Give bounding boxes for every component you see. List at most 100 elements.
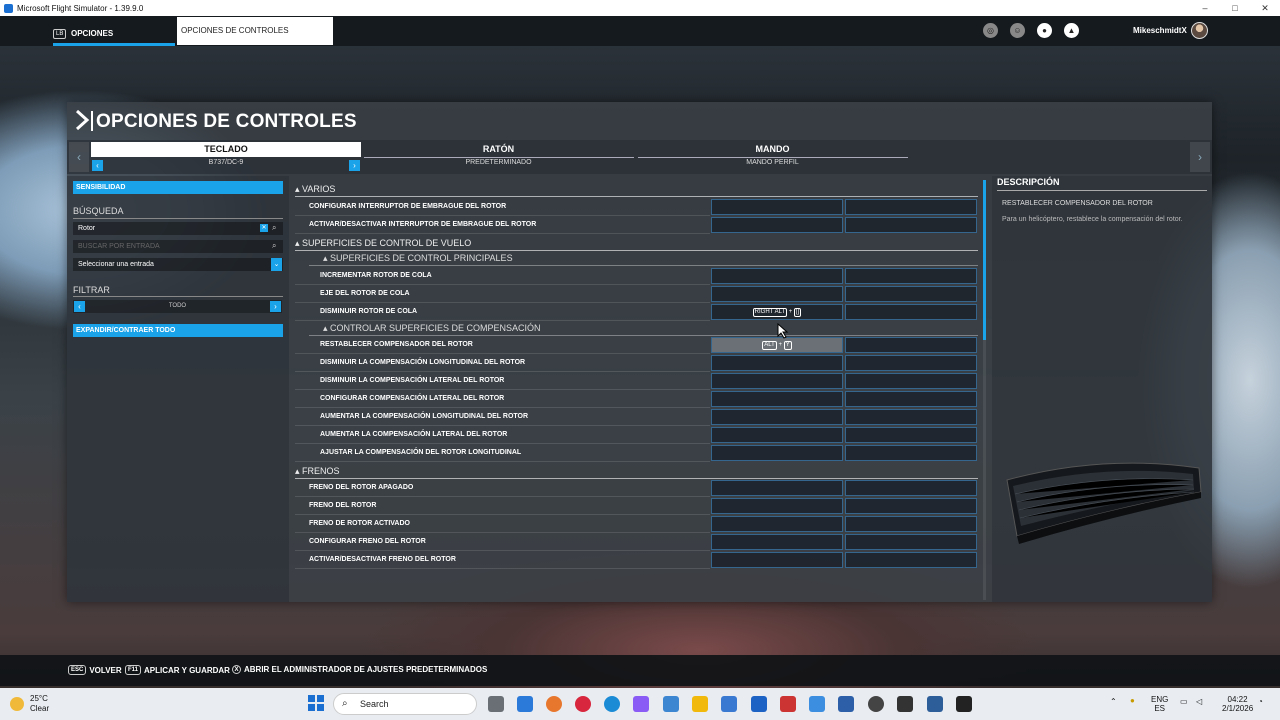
binding-row[interactable]: CONFIGURAR COMPENSACIÓN LATERAL DEL ROTO…: [295, 390, 978, 408]
binding-row[interactable]: FRENO DEL ROTOR: [295, 497, 978, 515]
secondary-key-slot[interactable]: [845, 516, 977, 532]
marketplace-icon[interactable]: ◎: [983, 23, 998, 38]
profile-prev-arrow[interactable]: ‹: [92, 160, 103, 171]
clear-search-icon[interactable]: ✕: [260, 224, 268, 232]
friends-icon[interactable]: ☺: [1010, 23, 1025, 38]
binding-row[interactable]: DISMINUIR ROTOR DE COLA RIGHT ALT + []: [295, 303, 978, 321]
microphone-icon[interactable]: ●: [1130, 696, 1135, 705]
clock[interactable]: 04:22 2/1/2026: [1222, 695, 1253, 713]
search-icon[interactable]: ⌕: [272, 223, 276, 233]
secondary-key-slot[interactable]: [845, 498, 977, 514]
avatar[interactable]: [1191, 22, 1208, 39]
primary-key-slot[interactable]: [711, 427, 843, 443]
profile-icon[interactable]: ●: [1037, 23, 1052, 38]
search-input-icon[interactable]: ⌕: [272, 241, 276, 251]
binding-row[interactable]: AUMENTAR LA COMPENSACIÓN LATERAL DEL ROT…: [295, 426, 978, 444]
primary-key-slot[interactable]: [711, 268, 843, 284]
primary-key-slot[interactable]: [711, 409, 843, 425]
group-header-trim-surfaces[interactable]: ▴ CONTROLAR SUPERFICIES DE COMPENSACIÓN: [309, 320, 978, 336]
binding-row[interactable]: FRENO DE ROTOR ACTIVADO: [295, 515, 978, 533]
mail-icon[interactable]: [751, 696, 767, 712]
secondary-key-slot[interactable]: [845, 445, 977, 461]
secondary-key-slot[interactable]: [845, 391, 977, 407]
task-view-icon[interactable]: [488, 696, 504, 712]
file-explorer-icon[interactable]: [692, 696, 708, 712]
chevron-down-icon[interactable]: ⌄: [271, 258, 282, 271]
binding-row[interactable]: RESTABLECER COMPENSADOR DEL ROTOR ALT + …: [295, 336, 978, 354]
binding-row[interactable]: AJUSTAR LA COMPENSACIÓN DEL ROTOR LONGIT…: [295, 444, 978, 462]
secondary-key-slot[interactable]: [845, 268, 977, 284]
taskbar-search[interactable]: ⌕ Search: [333, 693, 477, 715]
binding-row[interactable]: EJE DEL ROTOR DE COLA: [295, 285, 978, 303]
profile-next-arrow[interactable]: ›: [349, 160, 360, 171]
binding-row[interactable]: DISMINUIR LA COMPENSACIÓN LONGITUDINAL D…: [295, 354, 978, 372]
filter-prev-arrow[interactable]: ‹: [74, 301, 85, 312]
filter-next-arrow[interactable]: ›: [270, 301, 281, 312]
filter-selector[interactable]: TODO: [73, 300, 282, 313]
maximize-icon[interactable]: □: [1220, 0, 1250, 16]
search-by-input-field[interactable]: BUSCAR POR ENTRADA: [73, 240, 283, 253]
close-icon[interactable]: ✕: [1250, 0, 1280, 16]
volume-icon[interactable]: ◁: [1196, 697, 1202, 706]
tray-expand-icon[interactable]: ⌃: [1110, 697, 1117, 706]
tab-controller[interactable]: MANDO: [637, 142, 908, 157]
presets-manager-button[interactable]: X ABRIR EL ADMINISTRADOR DE AJUSTES PRED…: [232, 665, 487, 674]
search-filter-field[interactable]: Rotor: [73, 222, 283, 235]
firefox-icon[interactable]: [546, 696, 562, 712]
select-entry-dropdown[interactable]: Seleccionar una entrada: [73, 258, 283, 271]
binding-row[interactable]: ACTIVAR/DESACTIVAR INTERRUPTOR DE EMBRAG…: [295, 216, 978, 234]
binding-row[interactable]: CONFIGURAR INTERRUPTOR DE EMBRAGUE DEL R…: [295, 198, 978, 216]
secondary-key-slot[interactable]: [845, 552, 977, 568]
expand-collapse-button[interactable]: EXPANDIR/CONTRAER TODO: [73, 324, 283, 337]
primary-key-slot[interactable]: [711, 480, 843, 496]
binding-row[interactable]: CONFIGURAR FRENO DEL ROTOR: [295, 533, 978, 551]
store-icon[interactable]: [721, 696, 737, 712]
primary-key-slot[interactable]: [711, 286, 843, 302]
secondary-key-slot[interactable]: [845, 286, 977, 302]
flight-simulator-icon[interactable]: [897, 696, 913, 712]
sensitivity-button[interactable]: SENSIBILIDAD: [73, 181, 283, 194]
secondary-key-slot[interactable]: [845, 373, 977, 389]
device-prev-arrow[interactable]: ‹: [69, 142, 89, 172]
primary-key-slot[interactable]: [711, 199, 843, 215]
edge-icon[interactable]: [604, 696, 620, 712]
secondary-key-slot[interactable]: [845, 409, 977, 425]
secondary-key-slot[interactable]: [845, 427, 977, 443]
windows-start-icon[interactable]: [308, 695, 324, 711]
secondary-key-slot[interactable]: [845, 217, 977, 233]
minimize-icon[interactable]: –: [1190, 0, 1220, 16]
binding-row[interactable]: FRENO DEL ROTOR APAGADO: [295, 479, 978, 497]
binding-row[interactable]: ACTIVAR/DESACTIVAR FRENO DEL ROTOR: [295, 551, 978, 569]
weather-widget[interactable]: 25°C Clear: [10, 694, 49, 714]
tab-keyboard[interactable]: TECLADO: [91, 142, 361, 157]
primary-key-slot[interactable]: [711, 355, 843, 371]
notification-bell-icon[interactable]: ◔: [1258, 697, 1263, 706]
snipping-icon[interactable]: [809, 696, 825, 712]
secondary-key-slot[interactable]: [845, 199, 977, 215]
primary-key-slot[interactable]: [711, 445, 843, 461]
tab-options[interactable]: OPCIONES: [71, 29, 113, 38]
app-icon-blue[interactable]: [838, 696, 854, 712]
device-next-arrow[interactable]: ›: [1190, 142, 1210, 172]
secondary-key-slot[interactable]: [845, 355, 977, 371]
group-header-flight-surfaces[interactable]: ▴ SUPERFICIES DE CONTROL DE VUELO: [295, 235, 978, 251]
network-icon[interactable]: ▭: [1180, 697, 1188, 706]
back-button[interactable]: ESC VOLVER: [68, 665, 122, 675]
primary-key-slot[interactable]: [711, 552, 843, 568]
primary-key-slot[interactable]: [711, 373, 843, 389]
widgets-icon[interactable]: [517, 696, 533, 712]
secondary-key-slot[interactable]: [845, 304, 977, 320]
primary-key-slot[interactable]: [711, 498, 843, 514]
app-icon-black[interactable]: [956, 696, 972, 712]
opera-icon[interactable]: [575, 696, 591, 712]
primary-key-slot[interactable]: ALT + Y: [711, 337, 843, 353]
primary-key-slot[interactable]: [711, 534, 843, 550]
terminal-icon[interactable]: [663, 696, 679, 712]
primary-key-slot[interactable]: [711, 391, 843, 407]
tab-controls-options[interactable]: OPCIONES DE CONTROLES: [177, 17, 333, 45]
group-header-varios[interactable]: ▴ VARIOS: [295, 181, 978, 197]
secondary-key-slot[interactable]: [845, 480, 977, 496]
binding-row[interactable]: INCREMENTAR ROTOR DE COLA: [295, 267, 978, 285]
binding-row[interactable]: AUMENTAR LA COMPENSACIÓN LONGITUDINAL DE…: [295, 408, 978, 426]
primary-key-slot[interactable]: RIGHT ALT + []: [711, 304, 843, 320]
